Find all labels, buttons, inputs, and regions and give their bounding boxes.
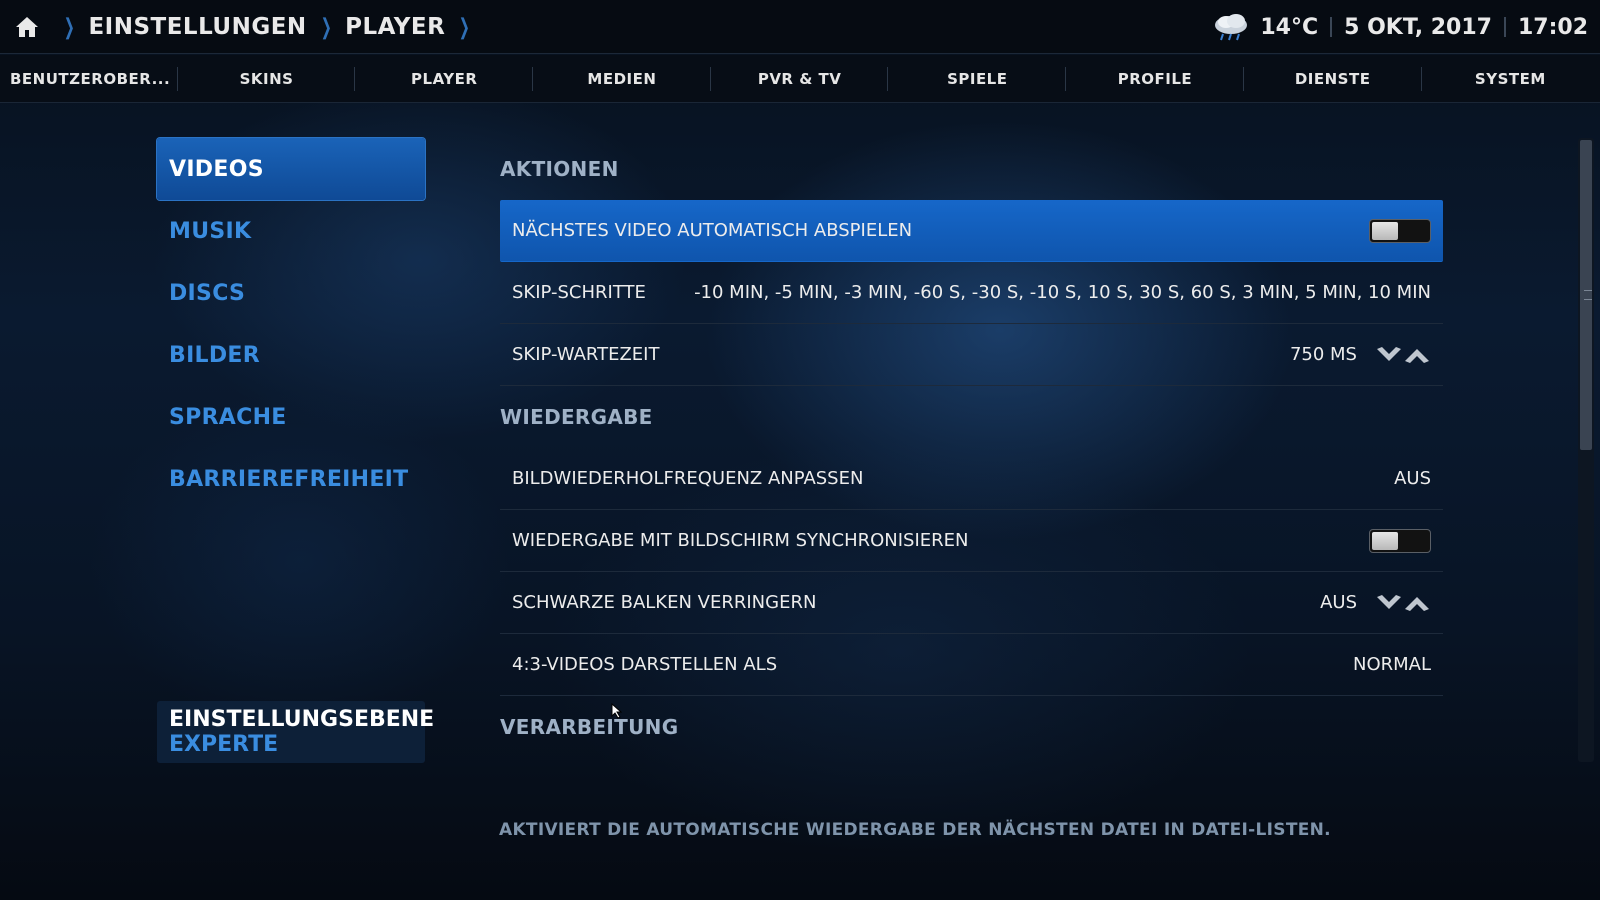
- setting-label: WIEDERGABE MIT BILDSCHIRM SYNCHRONISIERE…: [512, 530, 969, 551]
- chevron-right-icon: ❯: [459, 14, 471, 40]
- setting-label: SKIP-WARTEZEIT: [512, 344, 660, 365]
- refresh-rate-value: AUS: [1394, 468, 1431, 489]
- category-discs[interactable]: DISCS: [157, 262, 425, 324]
- setting-value: AUS: [1394, 468, 1431, 489]
- tab-dienste[interactable]: DIENSTE: [1244, 55, 1422, 103]
- setting-description: AKTIVIERT DIE AUTOMATISCHE WIEDERGABE DE…: [499, 820, 1331, 840]
- tab-player[interactable]: PLAYER: [355, 55, 533, 103]
- setting-skip-delay[interactable]: SKIP-WARTEZEIT 750 MS: [500, 324, 1443, 386]
- chevron-up-icon[interactable]: [1403, 593, 1431, 613]
- setting-value: AUS: [1320, 592, 1431, 613]
- chevron-right-icon: ❯: [320, 14, 332, 40]
- setting-label: BILDWIEDERHOLFREQUENZ ANPASSEN: [512, 468, 864, 489]
- value-spinner: [1375, 345, 1431, 365]
- scrollbar-thumb[interactable]: [1580, 140, 1592, 450]
- tab-benutzeroberflaeche[interactable]: BENUTZEROBER...: [0, 55, 178, 103]
- chevron-right-icon: ❯: [63, 14, 75, 40]
- category-musik[interactable]: MUSIK: [157, 200, 425, 262]
- grip-icon: [1584, 290, 1592, 300]
- tab-pvr-tv[interactable]: PVR & TV: [711, 55, 889, 103]
- cloudy-rain-icon: [1215, 14, 1248, 41]
- mouse-cursor-icon: [611, 703, 623, 719]
- tab-spiele[interactable]: SPIELE: [888, 55, 1066, 103]
- section-header-aktionen: AKTIONEN: [500, 157, 619, 181]
- clock: 17:02: [1517, 14, 1588, 40]
- settings-level-button[interactable]: EINSTELLUNGSEBENE EXPERTE: [157, 701, 435, 763]
- setting-value: 750 MS: [1290, 344, 1431, 365]
- tab-skins[interactable]: SKINS: [178, 55, 356, 103]
- breadcrumb-item-player[interactable]: PLAYER: [345, 14, 445, 40]
- category-bilder[interactable]: BILDER: [157, 324, 425, 386]
- category-list: VIDEOS MUSIK DISCS BILDER SPRACHE BARRIE…: [157, 138, 425, 510]
- sync-display-toggle[interactable]: [1369, 528, 1431, 553]
- setting-label: SKIP-SCHRITTE: [512, 282, 646, 303]
- toggle-knob: [1372, 221, 1398, 240]
- status-area: 14°C 5 OKT, 2017 17:02: [1212, 12, 1588, 42]
- videos-43-value: NORMAL: [1352, 654, 1431, 675]
- value-spinner: [1375, 593, 1431, 613]
- setting-skip-steps[interactable]: SKIP-SCHRITTE -10 MIN, -5 MIN, -3 MIN, -…: [500, 262, 1443, 324]
- tab-medien[interactable]: MEDIEN: [533, 55, 711, 103]
- tab-profile[interactable]: PROFILE: [1066, 55, 1244, 103]
- setting-label: NÄCHSTES VIDEO AUTOMATISCH ABSPIELEN: [512, 220, 913, 241]
- status-divider: [1330, 17, 1333, 37]
- skip-delay-value: 750 MS: [1289, 344, 1357, 365]
- black-bars-value: AUS: [1320, 592, 1357, 613]
- temperature: 14°C: [1260, 14, 1319, 40]
- setting-label: SCHWARZE BALKEN VERRINGERN: [512, 592, 817, 613]
- setting-refresh-rate[interactable]: BILDWIEDERHOLFREQUENZ ANPASSEN AUS: [500, 448, 1443, 510]
- section-header-wiedergabe: WIEDERGABE: [500, 405, 653, 429]
- category-videos[interactable]: VIDEOS: [157, 138, 425, 200]
- date: 5 OKT, 2017: [1344, 14, 1492, 40]
- setting-label: 4:3-VIDEOS DARSTELLEN ALS: [512, 654, 778, 675]
- chevron-down-icon[interactable]: [1375, 593, 1403, 613]
- setting-value: -10 MIN, -5 MIN, -3 MIN, -60 S, -30 S, -…: [694, 282, 1431, 303]
- setting-value: NORMAL: [1353, 654, 1431, 675]
- breadcrumb-item-einstellungen[interactable]: EINSTELLUNGEN: [88, 14, 306, 40]
- chevron-down-icon[interactable]: [1375, 345, 1403, 365]
- setting-sync-display[interactable]: WIEDERGABE MIT BILDSCHIRM SYNCHRONISIERE…: [500, 510, 1443, 572]
- top-bar: ❯ EINSTELLUNGEN ❯ PLAYER ❯ 14°C 5 OKT, 2…: [0, 0, 1600, 54]
- toggle-knob: [1372, 531, 1398, 550]
- settings-tabs: BENUTZEROBER... SKINS PLAYER MEDIEN PVR …: [0, 55, 1600, 103]
- setting-value: [1369, 218, 1431, 243]
- status-divider: [1503, 17, 1506, 37]
- category-sprache[interactable]: SPRACHE: [157, 386, 425, 448]
- setting-autoplay-next[interactable]: NÄCHSTES VIDEO AUTOMATISCH ABSPIELEN: [500, 200, 1443, 262]
- autoplay-toggle[interactable]: [1369, 218, 1431, 243]
- breadcrumb: ❯ EINSTELLUNGEN ❯ PLAYER ❯: [14, 12, 484, 42]
- settings-level-label: EINSTELLUNGSEBENE: [169, 707, 435, 732]
- setting-value: [1369, 528, 1431, 553]
- settings-list: AKTIONEN NÄCHSTES VIDEO AUTOMATISCH ABSP…: [500, 138, 1443, 758]
- tab-system[interactable]: SYSTEM: [1422, 55, 1600, 103]
- scrollbar[interactable]: [1578, 138, 1594, 762]
- setting-videos-43[interactable]: 4:3-VIDEOS DARSTELLEN ALS NORMAL: [500, 634, 1443, 696]
- skip-steps-value: -10 MIN, -5 MIN, -3 MIN, -60 S, -30 S, -…: [694, 282, 1431, 303]
- category-barrierefreiheit[interactable]: BARRIEREFREIHEIT: [157, 448, 425, 510]
- settings-level-value: EXPERTE: [169, 732, 279, 757]
- setting-black-bars[interactable]: SCHWARZE BALKEN VERRINGERN AUS: [500, 572, 1443, 634]
- chevron-up-icon[interactable]: [1403, 345, 1431, 365]
- section-header-verarbeitung: VERARBEITUNG: [500, 715, 679, 739]
- home-icon[interactable]: [14, 14, 40, 40]
